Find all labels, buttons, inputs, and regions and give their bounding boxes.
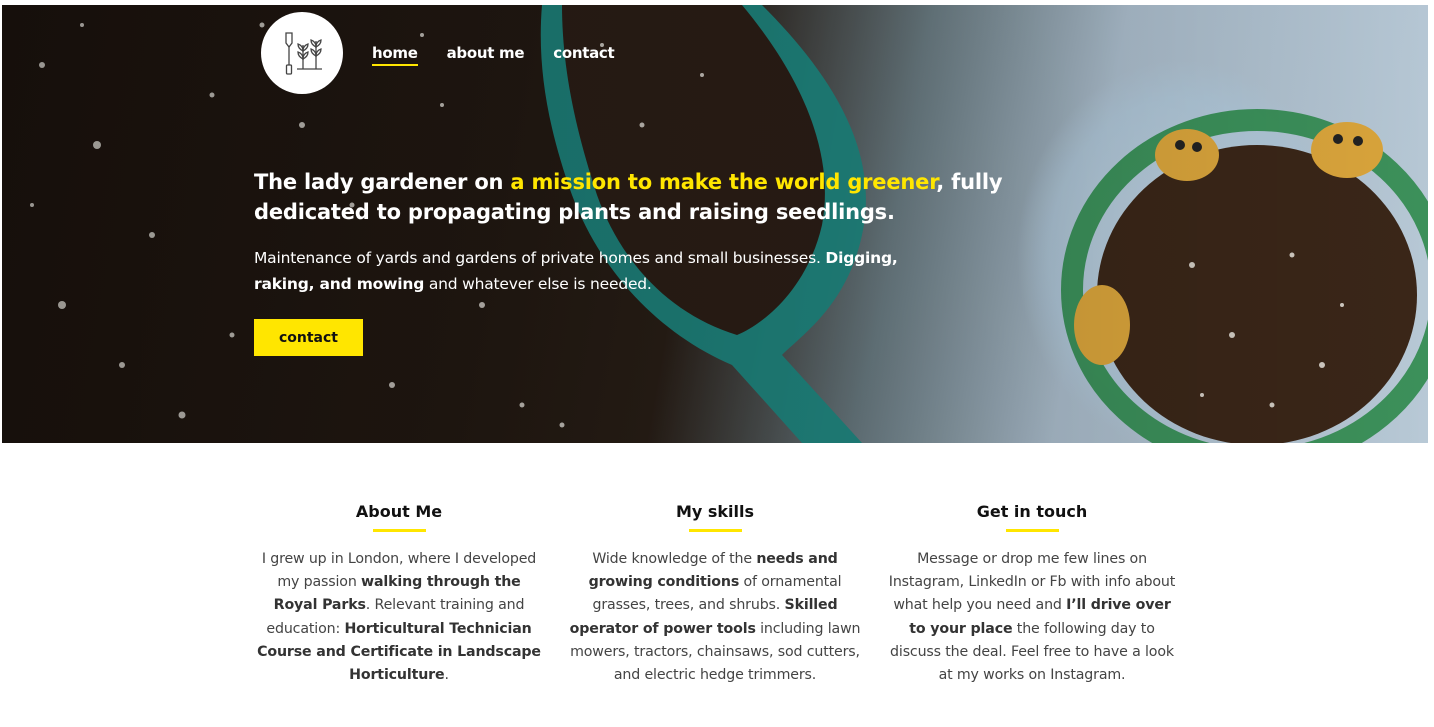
title-underline [688, 529, 742, 532]
about-me-column: About Me I grew up in London, where I de… [254, 500, 544, 687]
nav-home-link[interactable]: home [372, 44, 418, 66]
contact-button[interactable]: contact [254, 319, 363, 356]
text-part: . [444, 667, 449, 684]
hero-subtitle: Maintenance of yards and gardens of priv… [254, 245, 954, 297]
headline-highlight: a mission to make the world greener [510, 170, 937, 194]
hero-headline: The lady gardener on a mission to make t… [254, 167, 1014, 227]
text-part: Wide knowledge of the [592, 551, 757, 567]
column-text: Message or drop me few lines on Instagra… [885, 548, 1179, 687]
hero-banner: home about me contact The lady gardener … [2, 5, 1428, 443]
nav-contact-link[interactable]: contact [553, 44, 614, 66]
title-underline [372, 529, 426, 532]
my-skills-column: My skills Wide knowledge of the needs an… [568, 500, 862, 687]
column-title: My skills [675, 502, 755, 521]
column-title: Get in touch [976, 502, 1088, 521]
title-underline [1005, 529, 1059, 532]
site-logo[interactable] [261, 12, 343, 94]
subtitle-text: Maintenance of yards and gardens of priv… [254, 249, 826, 267]
headline-text: The lady gardener on [254, 170, 511, 194]
main-nav: home about me contact [372, 44, 615, 66]
subtitle-text-end: and whatever else is needed. [424, 275, 652, 293]
column-text: Wide knowledge of the needs and growing … [568, 548, 862, 687]
garden-tools-icon [285, 32, 322, 75]
nav-about-link[interactable]: about me [447, 44, 525, 66]
column-text: I grew up in London, where I developed m… [254, 548, 544, 687]
get-in-touch-column: Get in touch Message or drop me few line… [885, 500, 1179, 687]
column-title: About Me [355, 502, 443, 521]
